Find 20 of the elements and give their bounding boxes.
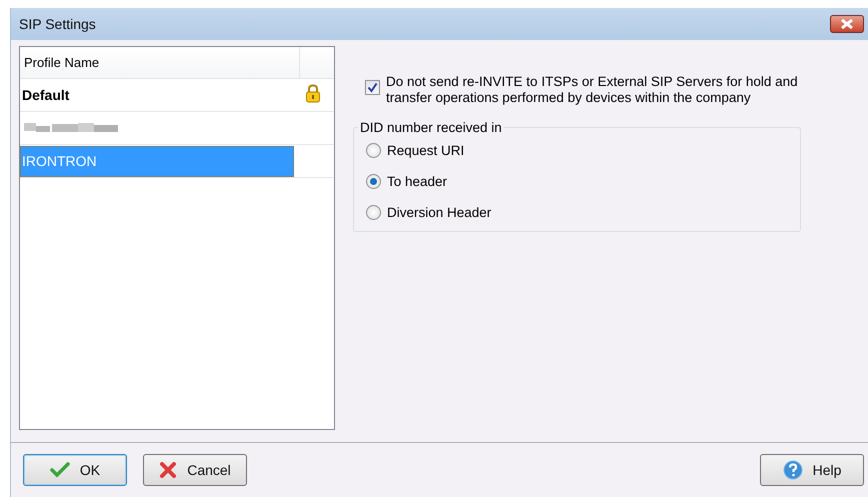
- group-title: DID number received in: [359, 120, 503, 135]
- close-icon: [159, 462, 178, 478]
- radio-label: To header: [387, 174, 448, 189]
- radio-button[interactable]: [366, 143, 381, 158]
- check-icon: [50, 462, 70, 478]
- checkbox[interactable]: [365, 80, 380, 95]
- window-title: SIP Settings: [19, 16, 96, 32]
- profile-item[interactable]: Default: [20, 80, 294, 110]
- close-button[interactable]: [830, 15, 864, 33]
- checkbox-label: Do not send re-INVITE to ITSPs or External SIP Servers for hold and transfer operations performed by devices within the company: [386, 74, 799, 106]
- cancel-button[interactable]: Cancel: [143, 454, 247, 486]
- radio-button[interactable]: [366, 205, 381, 220]
- padlock-icon: [305, 84, 321, 103]
- help-icon: [782, 460, 803, 480]
- close-icon: [840, 19, 854, 29]
- ok-button[interactable]: OK: [23, 454, 127, 486]
- radio-button[interactable]: [366, 174, 381, 189]
- radio-label: Diversion Header: [387, 205, 492, 220]
- radio-label: Request URI: [387, 143, 464, 158]
- help-button[interactable]: Help: [760, 454, 864, 486]
